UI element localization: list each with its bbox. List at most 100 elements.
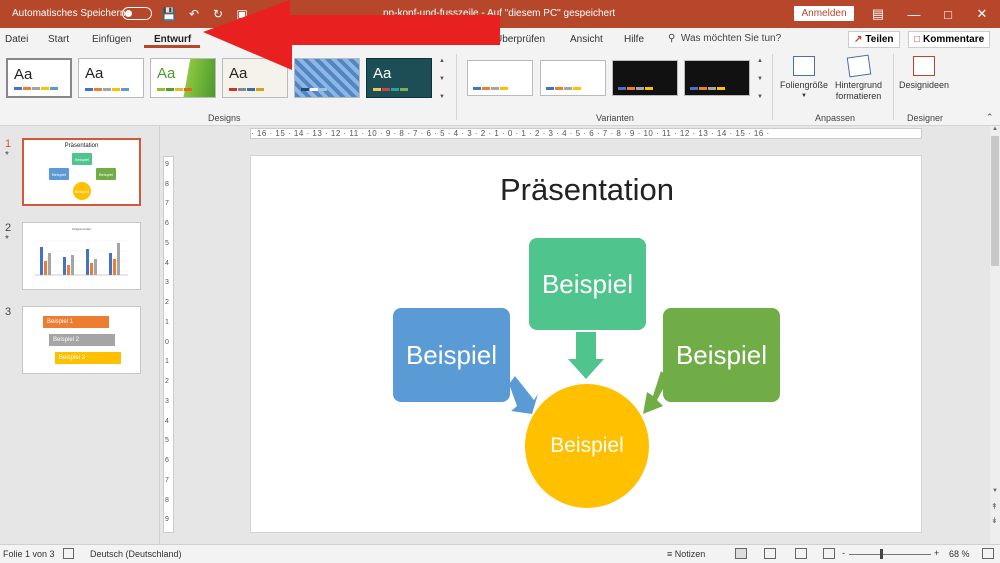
scroll-down-icon[interactable]: ▼ (992, 488, 998, 494)
reading-view-icon[interactable] (795, 548, 807, 559)
notes-button[interactable]: ≡ Notizen (667, 549, 705, 559)
scroll-up-icon[interactable]: ▲ (757, 58, 763, 64)
tab-entwurf[interactable]: Entwurf (154, 34, 191, 45)
search-icon: ⚲ (668, 33, 676, 44)
autosave-toggle[interactable] (122, 7, 152, 20)
more-icon[interactable]: ▼ (757, 94, 763, 100)
box-left[interactable]: Beispiel (393, 308, 510, 402)
format-background-button[interactable]: Hintergrund formatieren (835, 54, 882, 102)
variants-group-label: Varianten (596, 113, 634, 123)
box-top[interactable]: Beispiel (529, 238, 646, 330)
scroll-up-icon[interactable]: ▲ (992, 126, 998, 132)
thumb-box-left: Beispiel (49, 168, 69, 180)
tab-ueberpruefen[interactable]: Überprüfen (495, 34, 545, 45)
notes-icon: ≡ (667, 549, 673, 559)
spellcheck-icon[interactable] (63, 548, 74, 559)
scrollbar-thumb[interactable] (991, 136, 999, 266)
variant-color-stripe (618, 87, 653, 90)
tell-me-search[interactable]: ⚲ Was möchten Sie tun? (668, 33, 781, 44)
maximize-icon[interactable]: □ (930, 0, 966, 28)
variant-4[interactable] (684, 60, 750, 96)
slide-sorter-icon[interactable] (764, 548, 776, 559)
ruler-tick-label: 1 (165, 358, 169, 366)
dropdown-icon: ▼ (801, 93, 807, 99)
scroll-up-icon[interactable]: ▲ (439, 58, 445, 64)
circle-center[interactable]: Beispiel (525, 384, 649, 508)
slide-canvas[interactable]: Präsentation Beispiel Beispiel Beispiel … (250, 155, 922, 533)
redo-icon[interactable]: ↻ (209, 5, 227, 23)
zoom-out-button[interactable]: - (842, 548, 845, 558)
theme-ion[interactable] (294, 58, 360, 98)
present-icon[interactable]: ▣ (233, 5, 251, 23)
box-right[interactable]: Beispiel (663, 308, 780, 402)
more-icon[interactable]: ▼ (439, 94, 445, 100)
theme-ion-boardroom[interactable]: Aa (366, 58, 432, 98)
theme-sample: Aa (373, 65, 392, 82)
variant-color-stripe (473, 87, 508, 90)
variants-gallery-scroll[interactable]: ▲ ▼ ▼ (755, 58, 765, 100)
background-label-2: formatieren (835, 91, 882, 101)
designer-group-label: Designer (907, 113, 944, 123)
scroll-down-icon[interactable]: ▼ (757, 76, 763, 82)
slide-thumbnail-2[interactable]: Diagrammtitel (22, 222, 141, 290)
previous-slide-icon[interactable]: ↟ (991, 502, 998, 511)
tab-start[interactable]: Start (48, 34, 69, 45)
design-ideas-button[interactable]: Designideen (899, 56, 949, 91)
theme-color-stripe (301, 88, 327, 91)
zoom-slider-track[interactable] (849, 554, 931, 555)
vertical-scrollbar[interactable]: ▲ ▼ ↟ ↡ (990, 126, 1000, 544)
thumb-box-top: Beispiel (72, 153, 92, 165)
ruler-tick-label: 8 (165, 180, 169, 188)
thumb-circle: Beispiel (73, 182, 91, 200)
theme-facette[interactable]: Aa (150, 58, 216, 98)
variant-color-stripe (690, 87, 725, 90)
design-ideas-label: Designideen (899, 80, 950, 90)
variant-2[interactable] (540, 60, 606, 96)
theme-office-2[interactable]: Aa (78, 58, 144, 98)
zoom-in-button[interactable]: + (934, 548, 939, 558)
autosave-label: Automatisches Speichern (12, 8, 126, 19)
slide-thumbnail-3[interactable]: Beispiel 1 Beispiel 2 Beispiel 3 (22, 306, 141, 374)
theme-integral[interactable]: Aa (222, 58, 288, 98)
tab-animation[interactable]: on (455, 34, 466, 45)
zoom-slider-thumb[interactable] (880, 549, 883, 559)
vertical-ruler: 9 8 7 6 5 4 3 2 1 0 1 2 3 4 5 6 7 8 9 (163, 156, 174, 533)
slide-thumbnail-1[interactable]: Präsentation Beispiel Beispiel Beispiel … (22, 138, 141, 206)
language-indicator[interactable]: Deutsch (Deutschland) (90, 549, 182, 559)
customize-icon[interactable]: ≡ (255, 5, 273, 23)
normal-view-icon[interactable] (735, 548, 747, 559)
theme-sample: Aa (85, 65, 104, 82)
ribbon-display-icon[interactable]: ▤ (860, 0, 896, 28)
status-bar: Folie 1 von 3 Deutsch (Deutschland) ≡ No… (0, 544, 1000, 563)
next-slide-icon[interactable]: ↡ (991, 516, 998, 525)
comments-button[interactable]: □ Kommentare (908, 31, 991, 48)
zoom-level[interactable]: 68 % (949, 549, 970, 559)
designs-gallery-scroll[interactable]: ▲ ▼ ▼ (437, 58, 447, 100)
group-separator (456, 54, 457, 120)
variant-3[interactable] (612, 60, 678, 96)
tab-datei[interactable]: Datei (5, 34, 28, 45)
theme-office[interactable]: Aa (6, 58, 72, 98)
scroll-down-icon[interactable]: ▼ (439, 76, 445, 82)
collapse-ribbon-icon[interactable]: ⌃ (986, 112, 994, 123)
tab-hilfe[interactable]: Hilfe (624, 34, 644, 45)
minimize-icon[interactable]: — (896, 0, 932, 28)
arrow-blue (509, 376, 538, 414)
ruler-tick-label: 7 (165, 200, 169, 208)
document-title: pp-kopf-und-fusszeile - Auf "diesem PC" … (383, 8, 616, 19)
fit-to-window-icon[interactable] (982, 548, 994, 559)
close-icon[interactable]: ✕ (964, 0, 1000, 28)
slideshow-icon[interactable] (823, 548, 835, 559)
ruler-tick-label: 9 (165, 516, 169, 524)
active-tab-indicator (144, 45, 200, 48)
share-button[interactable]: ↗ Teilen (848, 31, 900, 48)
tab-ansicht[interactable]: Ansicht (570, 34, 603, 45)
ruler-tick-label: 7 (165, 476, 169, 484)
tab-einfuegen[interactable]: Einfügen (92, 34, 131, 45)
variant-1[interactable] (467, 60, 533, 96)
signin-button[interactable]: Anmelden (794, 6, 854, 21)
theme-color-stripe (14, 87, 58, 90)
slide-size-button[interactable]: Foliengröße ▼ (780, 56, 828, 102)
undo-icon[interactable]: ↶ (185, 5, 203, 23)
save-icon[interactable]: 💾 (160, 5, 178, 23)
